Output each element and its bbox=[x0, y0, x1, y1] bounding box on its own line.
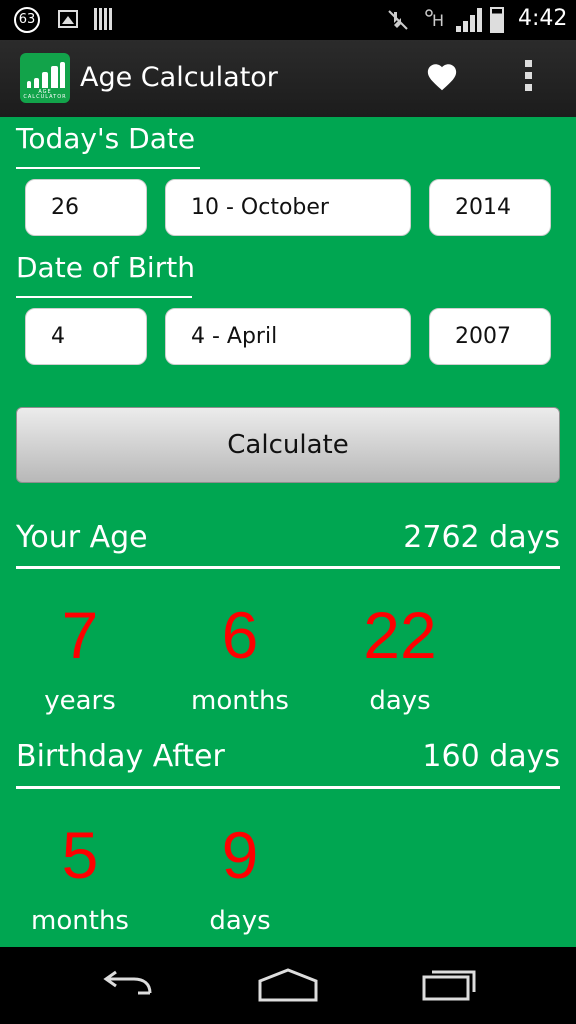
app-title: Age Calculator bbox=[80, 62, 278, 93]
age-days-value: 22 bbox=[363, 598, 437, 672]
navigation-bar bbox=[0, 947, 576, 1024]
today-day-field[interactable]: 26 bbox=[25, 179, 147, 236]
birthday-days-label: days bbox=[209, 906, 271, 936]
heart-icon[interactable] bbox=[425, 60, 459, 94]
birth-year-field[interactable]: 2007 bbox=[429, 308, 551, 365]
birth-month-field[interactable]: 4 - April bbox=[165, 308, 411, 365]
birth-day-field[interactable]: 4 bbox=[25, 308, 147, 365]
date-of-birth-underline bbox=[16, 296, 192, 298]
todays-date-label: Today's Date bbox=[16, 122, 196, 155]
age-months-value: 6 bbox=[221, 598, 259, 672]
recent-apps-icon[interactable] bbox=[420, 967, 478, 1003]
back-icon[interactable] bbox=[98, 969, 158, 1003]
logo-text: AGE CALCULATOR bbox=[23, 89, 67, 100]
your-age-label: Your Age bbox=[16, 520, 148, 555]
overflow-menu-icon[interactable] bbox=[525, 60, 535, 96]
clock: 4:42 bbox=[518, 6, 568, 31]
main-content: Today's Date 26 10 - October 2014 Date o… bbox=[0, 117, 576, 947]
gallery-icon bbox=[58, 10, 78, 28]
birthday-after-label: Birthday After bbox=[16, 739, 225, 774]
age-days-label: days bbox=[369, 686, 431, 716]
your-age-total-days: 2762 days bbox=[403, 520, 560, 555]
signal-icon bbox=[456, 8, 484, 32]
svg-text:H: H bbox=[432, 11, 444, 30]
age-months-label: months bbox=[191, 686, 289, 716]
calculate-button[interactable]: Calculate bbox=[16, 407, 560, 483]
birthday-after-divider bbox=[16, 786, 560, 789]
barcode-icon bbox=[94, 8, 114, 30]
notification-badge-icon: 63 bbox=[14, 7, 40, 33]
home-icon[interactable] bbox=[256, 967, 320, 1003]
todays-date-underline bbox=[16, 167, 200, 169]
age-years-label: years bbox=[44, 686, 116, 716]
birthday-months-value: 5 bbox=[61, 818, 99, 892]
birthday-days-value: 9 bbox=[221, 818, 259, 892]
date-of-birth-label: Date of Birth bbox=[16, 251, 195, 284]
your-age-divider bbox=[16, 566, 560, 569]
action-bar: AGE CALCULATOR Age Calculator bbox=[0, 40, 576, 117]
app-logo: AGE CALCULATOR bbox=[20, 53, 70, 103]
mute-icon bbox=[386, 8, 410, 38]
battery-icon bbox=[490, 7, 504, 33]
age-years-value: 7 bbox=[61, 598, 99, 672]
birthday-months-label: months bbox=[31, 906, 129, 936]
today-month-field[interactable]: 10 - October bbox=[165, 179, 411, 236]
birthday-after-total-days: 160 days bbox=[422, 739, 560, 774]
data-h-icon: H bbox=[424, 6, 450, 36]
today-year-field[interactable]: 2014 bbox=[429, 179, 551, 236]
status-bar: 63 H 4:42 bbox=[0, 0, 576, 40]
